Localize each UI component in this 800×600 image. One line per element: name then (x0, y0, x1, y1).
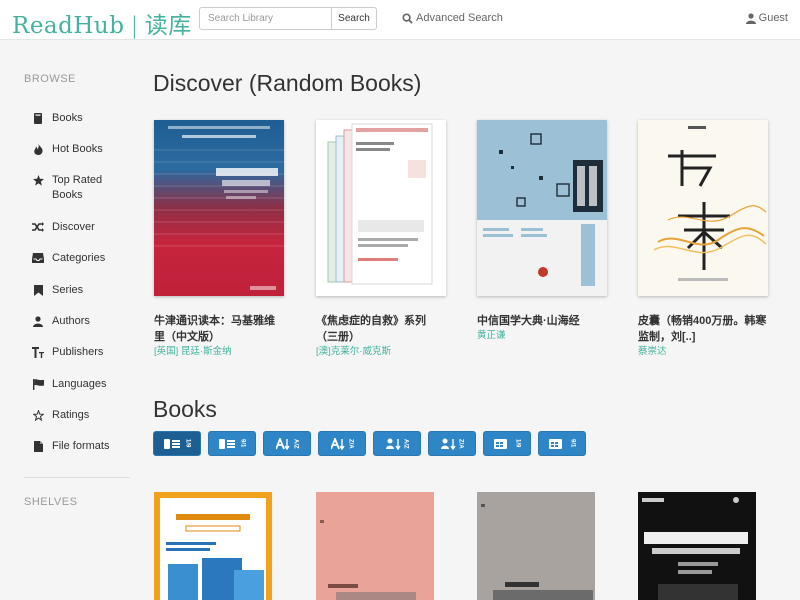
book-list-icon (218, 438, 235, 449)
alpha-sort-icon (330, 437, 345, 450)
sidebar-item-publishers[interactable]: Publishers (32, 345, 103, 360)
sidebar-item-file-formats[interactable]: File formats (32, 439, 109, 454)
sort-order-label: Z/A (347, 438, 354, 449)
sort-date-old-button[interactable]: 9/1 (208, 431, 256, 456)
cover-art (327, 123, 433, 285)
star-outline-icon (32, 409, 44, 421)
calendar-sort-icon (548, 438, 562, 449)
book-author[interactable]: [英国] 昆廷·斯金纳 (154, 345, 284, 359)
book-author[interactable]: [澳]克莱尔·威克斯 (316, 345, 446, 359)
user-icon (745, 12, 756, 24)
sort-order-label: 1/9 (184, 439, 191, 448)
sort-title-za-button[interactable]: Z/A (318, 431, 366, 456)
inbox-icon (32, 252, 44, 264)
sort-order-label: A/Z (402, 438, 409, 449)
book-cover[interactable] (316, 492, 434, 600)
book-cover[interactable] (154, 492, 272, 600)
sort-order-label: 1/9 (514, 439, 521, 448)
alpha-sort-icon (275, 437, 290, 450)
user-label: Guest (758, 12, 788, 24)
sidebar-item-languages[interactable]: Languages (32, 377, 106, 392)
books-title: Books (153, 396, 217, 422)
cover-art (160, 498, 266, 600)
sort-pubdate-old-button[interactable]: 9/1 (538, 431, 586, 456)
book-title[interactable]: 中信国学大典·山海经 (477, 313, 607, 329)
cover-art (642, 497, 748, 600)
book-author[interactable]: 蔡崇达 (638, 345, 768, 359)
sidebar-item-ratings[interactable]: Ratings (32, 408, 89, 423)
book-card[interactable]: 牛津通识读本：马基雅维里（中文版） [英国] 昆廷·斯金纳 (154, 120, 284, 359)
text-size-icon (32, 346, 44, 358)
user-menu[interactable]: Guest (745, 12, 788, 24)
brand-separator: | (130, 13, 139, 39)
sidebar-item-series[interactable]: Series (32, 283, 83, 298)
advanced-search-link[interactable]: Advanced Search (402, 12, 503, 24)
sort-order-label: 9/1 (239, 439, 246, 448)
book-title[interactable]: 牛津通识读本：马基雅维里（中文版） (154, 313, 284, 345)
book-cover[interactable] (316, 120, 446, 296)
book-title[interactable]: 皮囊（畅销400万册。韩寒监制，刘[..] (638, 313, 768, 345)
book-cover[interactable] (638, 120, 768, 296)
cover-art (320, 520, 416, 600)
sidebar: BROWSE Books Hot Books Top Rated Books D… (0, 40, 140, 600)
top-navbar: ReadHub|读库 Search Advanced Search Guest (0, 0, 800, 40)
book-cover[interactable] (477, 492, 595, 600)
book-card[interactable]: 皮囊（畅销400万册。韩寒监制，刘[..] 蔡崇达 (638, 120, 768, 359)
search-input[interactable] (199, 7, 332, 30)
sort-order-label: 9/1 (569, 439, 576, 448)
book-cover[interactable] (154, 120, 284, 296)
sort-author-az-button[interactable]: A/Z (373, 431, 421, 456)
star-icon (32, 174, 44, 186)
sort-title-az-button[interactable]: A/Z (263, 431, 311, 456)
brand-name-cjk: 读库 (144, 13, 192, 39)
sidebar-item-books[interactable]: Books (32, 111, 83, 126)
sort-order-label: A/Z (292, 438, 299, 449)
advanced-search-label: Advanced Search (416, 12, 503, 24)
book-cover[interactable] (638, 492, 756, 600)
sidebar-divider (24, 477, 130, 478)
book-cover[interactable] (477, 120, 607, 296)
sidebar-item-discover[interactable]: Discover (32, 220, 95, 235)
flag-icon (32, 378, 44, 390)
cover-art (477, 120, 607, 286)
sort-pubdate-new-button[interactable]: 1/9 (483, 431, 531, 456)
author-sort-icon (385, 438, 401, 450)
cover-art (154, 126, 284, 290)
file-icon (32, 440, 44, 452)
sidebar-item-categories[interactable]: Categories (32, 251, 105, 266)
fire-icon (32, 143, 44, 155)
random-icon (32, 221, 44, 233)
search-icon (402, 12, 413, 24)
search-button[interactable]: Search (331, 7, 377, 30)
sidebar-item-top-rated[interactable]: Top Rated Books (32, 173, 112, 203)
sort-order-label: Z/A (457, 438, 464, 449)
bookmark-icon (32, 284, 44, 296)
shelves-heading: SHELVES (24, 496, 78, 508)
sort-toolbar: 1/9 9/1 A/Z Z/A A/Z Z/A 1/9 9/1 (153, 431, 586, 456)
discover-title: Discover (Random Books) (153, 70, 422, 96)
cover-art (481, 504, 593, 600)
book-list-icon (163, 438, 180, 449)
book-author[interactable]: 黄正谦 (477, 329, 607, 343)
brand-name: ReadHub (12, 13, 125, 39)
author-sort-icon (440, 438, 456, 450)
book-title[interactable]: 《焦虑症的自救》系列（三册） (316, 313, 446, 345)
calendar-sort-icon (493, 438, 507, 449)
sort-author-za-button[interactable]: Z/A (428, 431, 476, 456)
book-icon (32, 112, 44, 124)
browse-heading: BROWSE (24, 73, 76, 85)
book-card[interactable]: 中信国学大典·山海经 黄正谦 (477, 120, 607, 343)
book-card[interactable]: 《焦虑症的自救》系列（三册） [澳]克莱尔·威克斯 (316, 120, 446, 359)
sort-date-new-button[interactable]: 1/9 (153, 431, 201, 456)
user-icon (32, 315, 44, 327)
sidebar-item-authors[interactable]: Authors (32, 314, 90, 329)
sidebar-item-hot-books[interactable]: Hot Books (32, 142, 103, 157)
cover-art (653, 126, 767, 281)
brand-logo[interactable]: ReadHub | 读库 (12, 6, 192, 40)
